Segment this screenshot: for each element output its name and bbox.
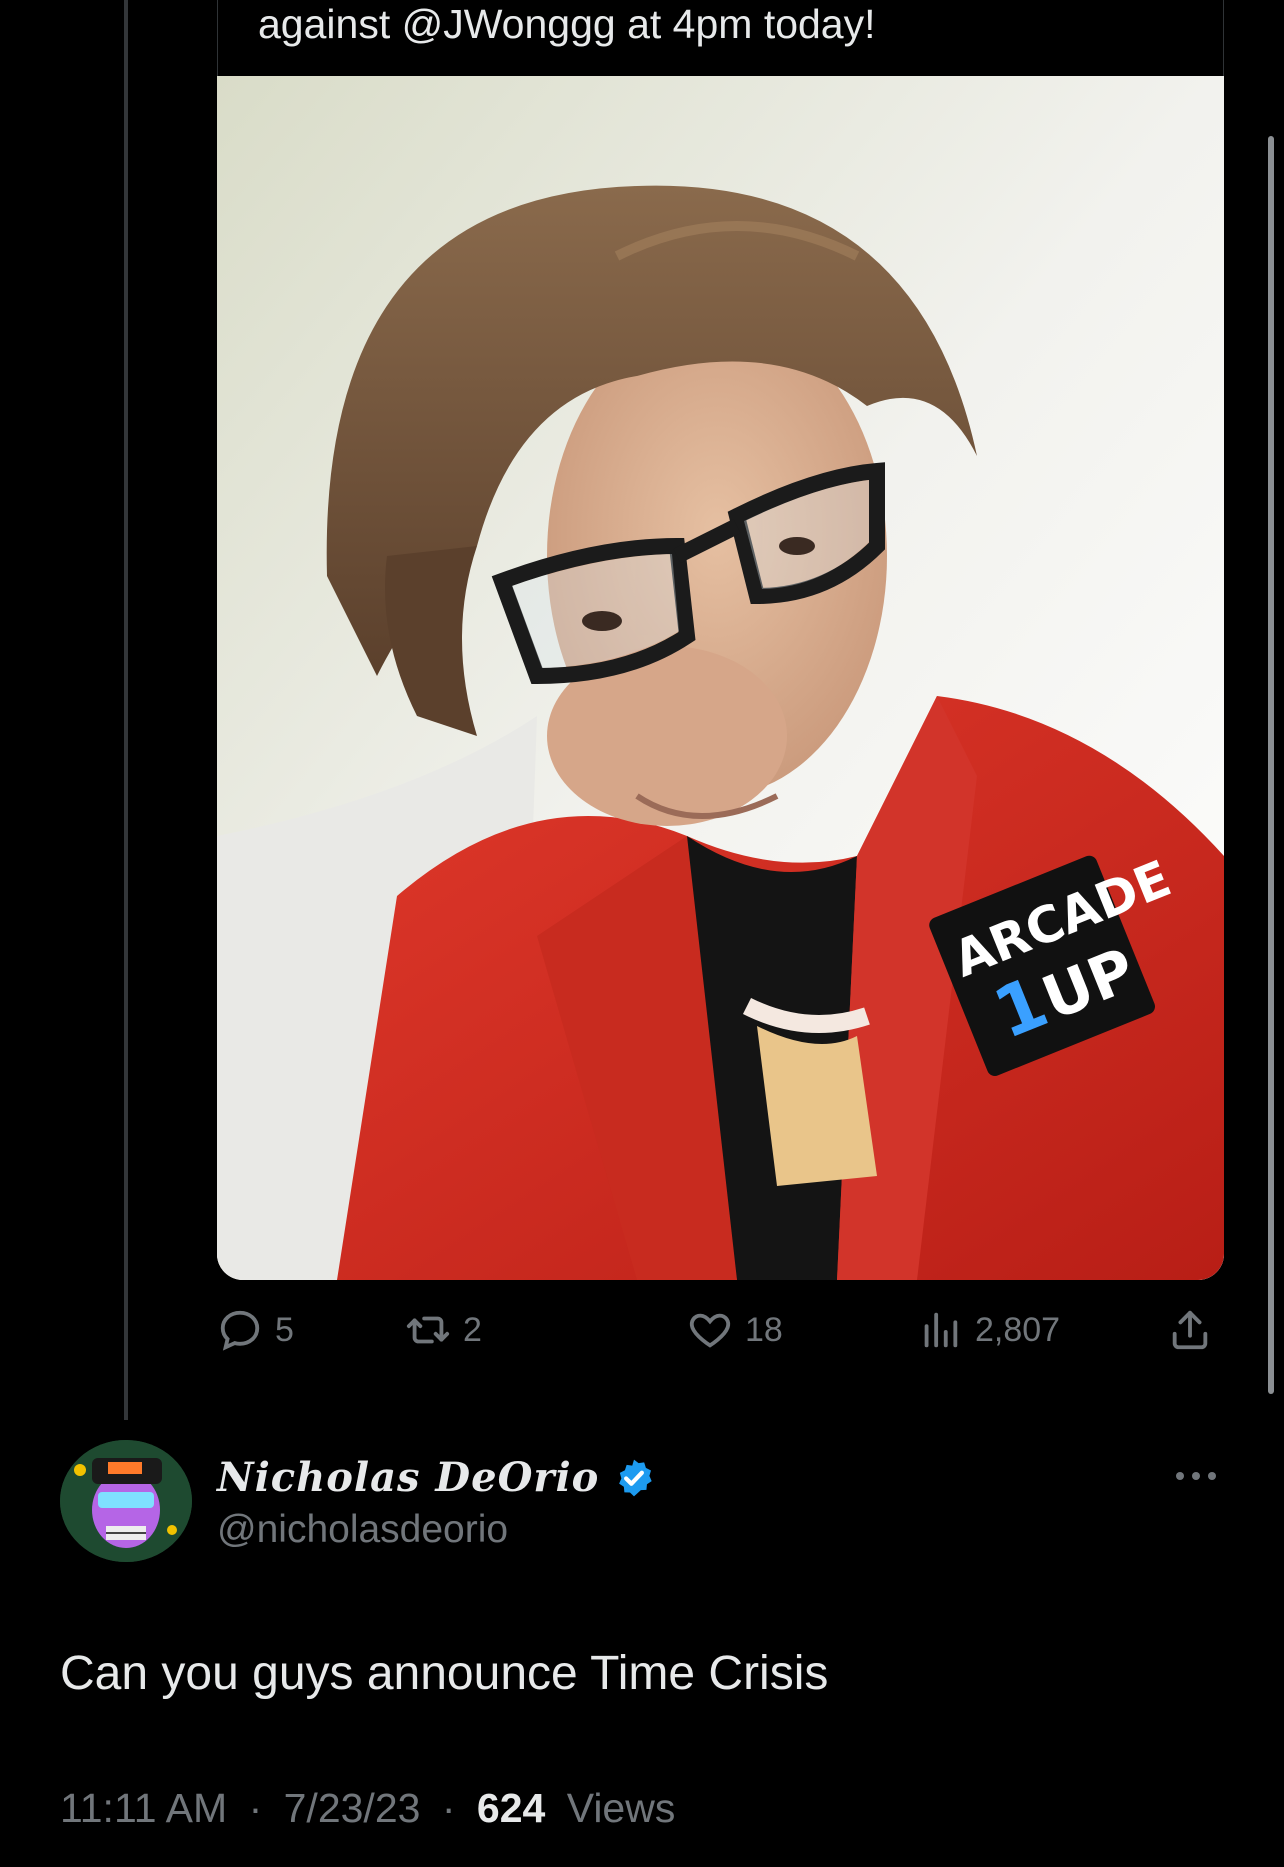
thread-connector-line [124,0,128,1420]
heart-icon [689,1313,731,1348]
retweet-count: 2 [463,1310,482,1349]
tweet-action-bar: 5 2 18 2,807 [217,1300,1224,1360]
previous-tweet-text-area[interactable]: against @JWonggg at 4pm today! [217,0,1224,76]
retweet-action[interactable]: 2 [405,1300,482,1360]
tweet-views-label: Views [566,1785,676,1831]
like-action[interactable]: 18 [687,1300,783,1360]
selfie-photo-illustration: ARCADE 1 UP [217,76,1224,1280]
tweet-views-count: 624 [476,1785,546,1831]
display-name[interactable]: Nicholas DeOrio [217,1454,599,1501]
verified-badge-icon [613,1457,655,1499]
reply-author-header: Nicholas DeOrio @nicholasdeorio [60,1440,1224,1570]
meta-separator: · [248,1785,263,1831]
share-action[interactable] [1167,1300,1213,1360]
skull-avatar-illustration [60,1440,192,1562]
tweet-time[interactable]: 11:11 AM [60,1785,227,1831]
tweet-date[interactable]: 7/23/23 [284,1785,421,1831]
share-upload-icon [1172,1310,1208,1350]
tweet-detail-screen: against @JWonggg at 4pm today! ARCADE 1 … [0,0,1284,1867]
like-count: 18 [745,1310,783,1349]
meta-separator: · [441,1785,456,1831]
name-row: Nicholas DeOrio [217,1454,655,1501]
scrollbar[interactable] [1268,136,1274,1394]
views-action[interactable]: 2,807 [917,1300,1060,1360]
reply-tweet-text: Can you guys announce Time Crisis [60,1647,829,1700]
more-options-icon[interactable] [1176,1466,1224,1486]
reply-action[interactable]: 5 [217,1300,294,1360]
previous-tweet-text: against @JWonggg at 4pm today! [258,1,876,47]
retweet-icon [406,1316,450,1344]
views-count: 2,807 [975,1310,1061,1349]
user-handle[interactable]: @nicholasdeorio [217,1508,508,1552]
analytics-bars-icon [924,1312,958,1348]
avatar[interactable] [60,1440,192,1562]
tweet-photo[interactable]: ARCADE 1 UP [217,76,1224,1280]
tweet-meta-row: 11:11 AM · 7/23/23 · 624 Views [60,1785,675,1832]
reply-icon [220,1310,260,1351]
reply-count: 5 [275,1310,294,1349]
